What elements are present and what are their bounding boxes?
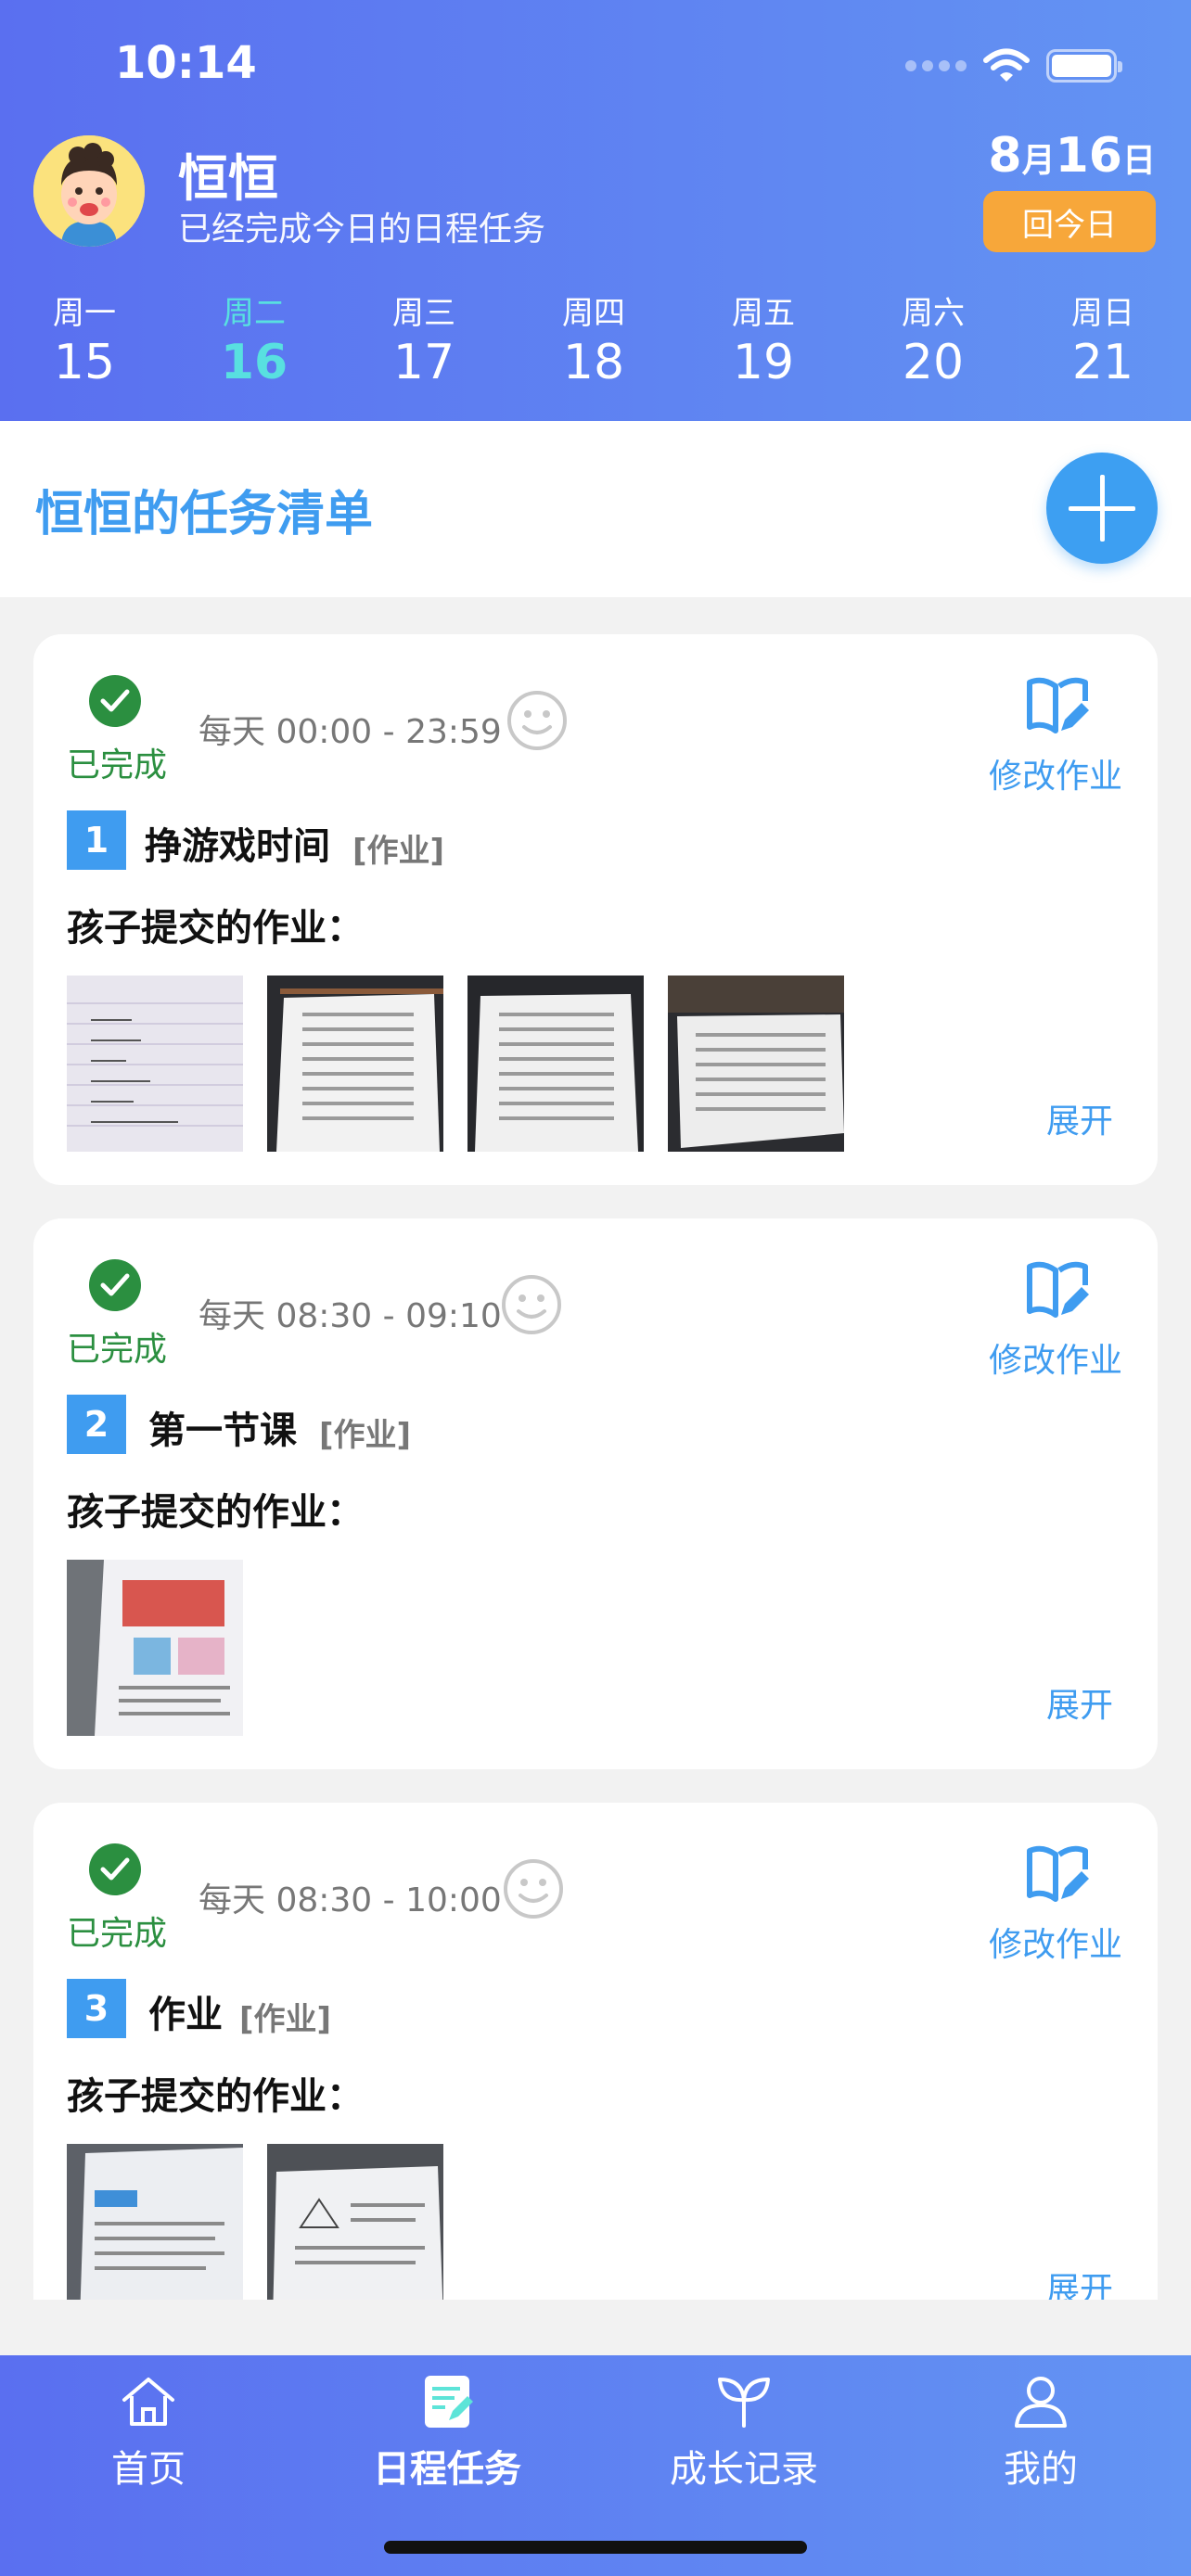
date-month-unit: 月 [1021, 142, 1056, 180]
submitted-homework-label: 孩子提交的作业： [67, 907, 364, 950]
day-number: 17 [392, 335, 455, 390]
homework-photo[interactable] [668, 976, 844, 1152]
homework-photo[interactable] [67, 1560, 243, 1736]
edit-homework-button[interactable]: 修改作业 [989, 749, 1122, 797]
weekday-label: 周三 [392, 295, 455, 332]
task-card: 已完成 每天 08:30 - 09:10 修改作业 2 第一节课 [作业] 孩子… [33, 1218, 1158, 1769]
user-name: 恒恒 [178, 149, 278, 208]
day-item-mon[interactable]: 周一 15 [19, 287, 149, 390]
header: 10:14 恒恒 已经完成今日的日程任务 8 月 16 日 回今日 周一 15 … [0, 0, 1191, 421]
date-day: 16 [1055, 128, 1122, 184]
status-label: 已完成 [67, 1915, 168, 1953]
check-icon [89, 1259, 141, 1311]
signal-icon [905, 60, 967, 71]
weekday-label: 周六 [902, 295, 965, 332]
task-number: 1 [67, 810, 126, 870]
expand-link[interactable]: 展开 [1046, 1678, 1113, 1727]
task-tag: [作业] [352, 833, 445, 870]
smiley-icon[interactable] [503, 1858, 564, 1919]
tab-growth[interactable]: 成长记录 [651, 2355, 837, 2504]
submitted-homework-label: 孩子提交的作业： [67, 2075, 364, 2118]
task-list-title: 恒恒的任务清单 [35, 487, 374, 542]
check-icon [89, 1843, 141, 1895]
task-time: 每天 08:30 - 09:10 [198, 1297, 502, 1335]
book-edit-icon[interactable] [1024, 1257, 1091, 1324]
user-status-text: 已经完成今日的日程任务 [178, 210, 546, 249]
current-date: 8 月 16 日 [988, 128, 1156, 184]
weekday-label: 周五 [732, 295, 795, 332]
status-icons [905, 48, 1122, 83]
avatar[interactable] [33, 135, 145, 247]
day-number: 15 [53, 335, 116, 390]
submitted-homework-label: 孩子提交的作业： [67, 1491, 364, 1534]
day-number: 20 [902, 335, 965, 390]
day-item-thu[interactable]: 周四 18 [529, 287, 659, 390]
book-edit-icon[interactable] [1024, 673, 1091, 740]
weekday-label: 周一 [53, 295, 116, 332]
week-strip: 周一 15 周二 16 周三 17 周四 18 周五 19 周六 20 周日 2… [0, 287, 1191, 390]
day-item-fri[interactable]: 周五 19 [698, 287, 828, 390]
back-to-today-button[interactable]: 回今日 [983, 191, 1156, 252]
tab-schedule[interactable]: 日程任务 [354, 2355, 540, 2504]
tab-label: 日程任务 [373, 2448, 521, 2491]
task-list[interactable]: 已完成 每天 00:00 - 23:59 修改作业 1 挣游戏时间 [作业] 孩… [0, 597, 1191, 2300]
edit-homework-button[interactable]: 修改作业 [989, 1333, 1122, 1382]
sprout-icon [718, 2378, 770, 2428]
home-indicator [384, 2541, 807, 2554]
smiley-icon[interactable] [506, 690, 568, 751]
task-name: 第一节课 [148, 1409, 297, 1452]
book-edit-icon[interactable] [1024, 1842, 1091, 1908]
smiley-icon[interactable] [501, 1274, 562, 1335]
task-number: 2 [67, 1395, 126, 1454]
status-time: 10:14 [115, 37, 257, 89]
day-number: 21 [1071, 335, 1134, 390]
status-label: 已完成 [67, 1331, 168, 1369]
edit-homework-button[interactable]: 修改作业 [989, 1918, 1122, 1966]
battery-icon [1046, 49, 1122, 83]
schedule-icon [425, 2376, 473, 2428]
tab-home[interactable]: 首页 [56, 2355, 241, 2504]
homework-photo[interactable] [267, 2144, 443, 2300]
day-item-sun[interactable]: 周日 21 [1038, 287, 1168, 390]
profile-icon [1015, 2377, 1067, 2428]
add-task-button[interactable] [1046, 453, 1158, 564]
task-time: 每天 08:30 - 10:00 [198, 1881, 502, 1919]
task-name: 作业 [148, 1994, 223, 2036]
wifi-icon [983, 48, 1030, 82]
home-icon [122, 2378, 174, 2426]
task-name: 挣游戏时间 [145, 825, 330, 868]
expand-link[interactable]: 展开 [1046, 2263, 1113, 2300]
tab-label: 我的 [1004, 2448, 1078, 2491]
status-label: 已完成 [67, 746, 168, 784]
day-number: 18 [562, 335, 625, 390]
day-number: 19 [732, 335, 795, 390]
task-number: 3 [67, 1979, 126, 2038]
homework-photo[interactable] [67, 2144, 243, 2300]
weekday-label: 周四 [562, 295, 625, 332]
weekday-label: 周二 [223, 295, 286, 332]
task-tag: [作业] [319, 1417, 412, 1454]
weekday-label: 周日 [1071, 295, 1134, 332]
tab-label: 首页 [111, 2448, 186, 2491]
day-item-tue[interactable]: 周二 16 [189, 287, 319, 390]
homework-photo[interactable] [67, 976, 243, 1152]
date-month: 8 [988, 128, 1022, 184]
task-card: 已完成 每天 00:00 - 23:59 修改作业 1 挣游戏时间 [作业] 孩… [33, 634, 1158, 1185]
task-tag: [作业] [239, 2001, 332, 2038]
day-item-sat[interactable]: 周六 20 [868, 287, 998, 390]
tab-profile[interactable]: 我的 [948, 2355, 1133, 2504]
homework-photo[interactable] [467, 976, 644, 1152]
day-item-wed[interactable]: 周三 17 [359, 287, 489, 390]
tab-label: 成长记录 [670, 2448, 818, 2491]
task-card: 已完成 每天 08:30 - 10:00 修改作业 3 作业 [作业] 孩子提交… [33, 1803, 1158, 2300]
date-day-unit: 日 [1121, 142, 1156, 180]
check-icon [89, 675, 141, 727]
homework-photo[interactable] [267, 976, 443, 1152]
expand-link[interactable]: 展开 [1046, 1094, 1113, 1142]
day-number: 16 [220, 335, 288, 390]
task-time: 每天 00:00 - 23:59 [198, 713, 502, 751]
